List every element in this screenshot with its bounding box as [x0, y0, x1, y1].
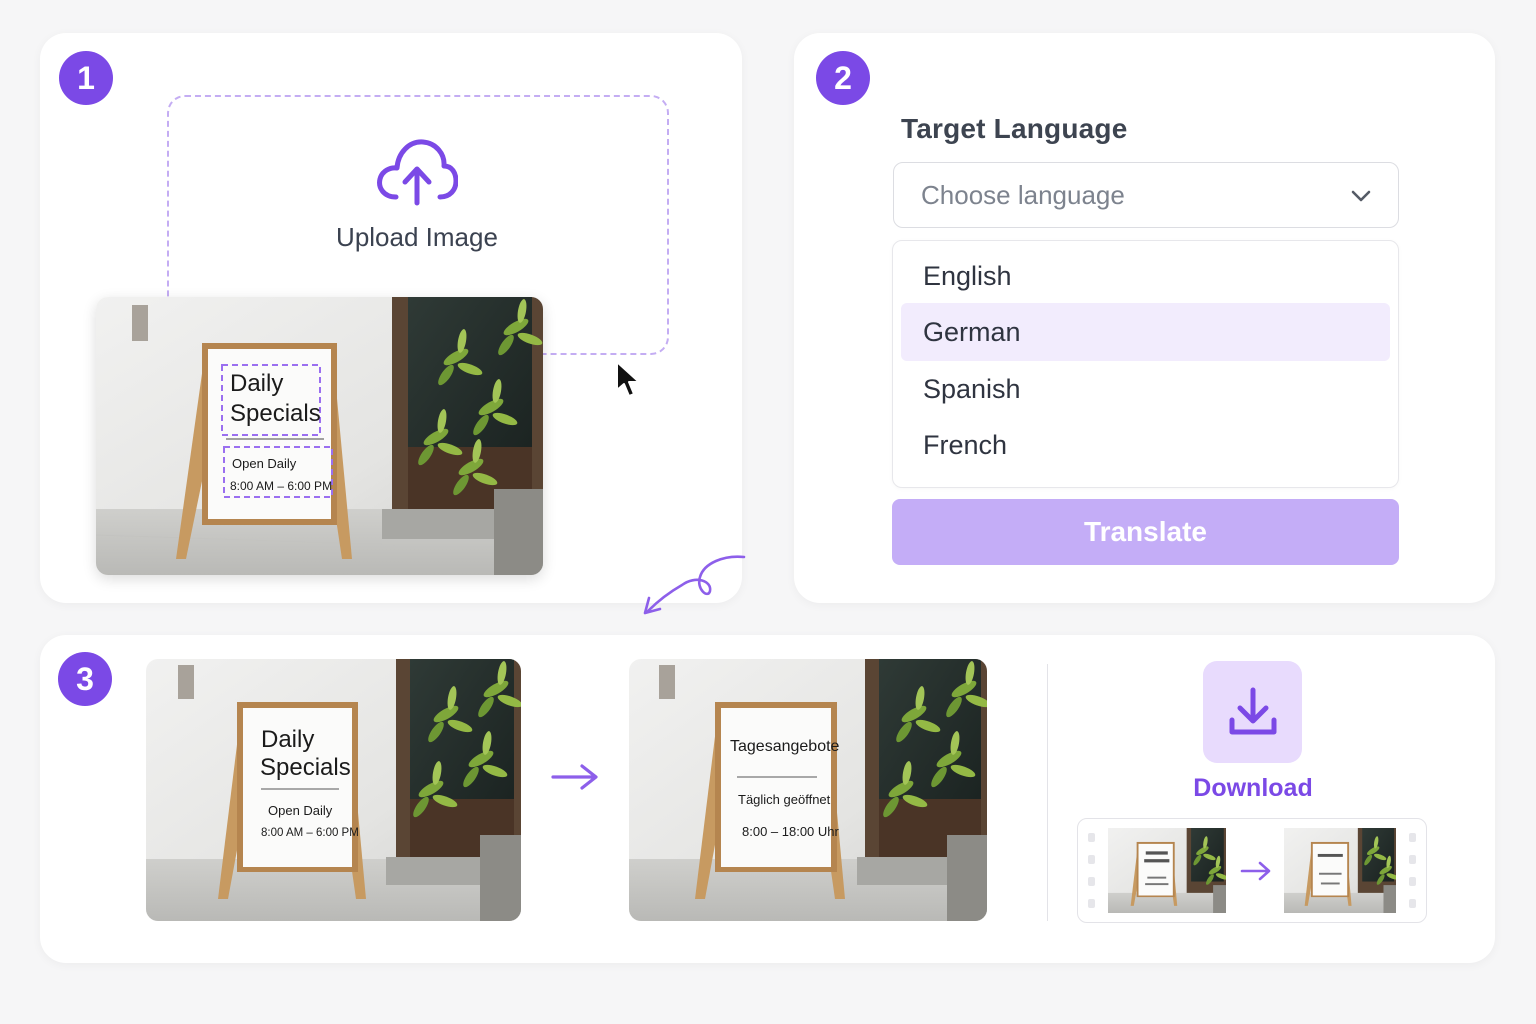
original-sign-title-2: Specials: [260, 754, 351, 781]
language-option-spanish[interactable]: Spanish: [901, 360, 1390, 418]
language-option-english[interactable]: English: [901, 247, 1390, 305]
translated-sign-sub-1: Täglich geöffnet: [738, 792, 831, 807]
preview-sign-sub-1: Open Daily: [232, 456, 297, 471]
original-image: Daily Specials Open Daily 8:00 AM – 6:00…: [146, 659, 521, 921]
download-label[interactable]: Download: [1150, 774, 1356, 803]
original-sign-sub-1: Open Daily: [268, 803, 333, 818]
uploaded-image-preview[interactable]: Daily Specials Open Daily 8:00 AM – 6:00…: [96, 297, 543, 575]
original-sign-title-1: Daily: [261, 726, 314, 753]
translated-sign-title: Tagesangebote: [730, 738, 840, 755]
original-sign-sub-2: 8:00 AM – 6:00 PM: [261, 827, 359, 839]
result-divider: [1047, 664, 1048, 921]
chevron-down-icon: [1351, 190, 1371, 202]
download-button[interactable]: [1203, 661, 1302, 763]
thumbnail-translated: [1284, 828, 1396, 913]
cloud-upload-icon: [377, 139, 458, 206]
translate-button[interactable]: Translate: [892, 499, 1399, 565]
target-language-label: Target Language: [901, 113, 1128, 144]
curved-arrow-icon: [643, 555, 746, 615]
step-3-badge: 3: [58, 652, 112, 706]
preview-sign-title-1: Daily: [230, 370, 283, 397]
preview-sign-sub-2: 8:00 AM – 6:00 PM: [230, 479, 332, 493]
upload-image-label: Upload Image: [336, 222, 498, 252]
language-option-german[interactable]: German: [901, 303, 1390, 361]
download-preview-strip: [1077, 818, 1427, 923]
download-icon: [1229, 687, 1276, 735]
step-1-badge: 1: [59, 51, 113, 105]
language-dropdown-menu: English German Spanish French: [892, 240, 1399, 488]
step-2-badge: 2: [816, 51, 870, 105]
cursor-icon: [616, 361, 640, 397]
translated-image: Tagesangebote Täglich geöffnet 8:00 – 18…: [629, 659, 987, 921]
preview-sign-title-2: Specials: [230, 400, 321, 427]
language-option-french[interactable]: French: [901, 416, 1390, 474]
thumbnail-arrow-icon: [1240, 861, 1271, 881]
thumbnail-original: [1108, 828, 1226, 913]
language-select-placeholder: Choose language: [921, 179, 1125, 210]
translated-sign-sub-2: 8:00 – 18:00 Uhr: [742, 824, 840, 839]
arrow-right-icon: [551, 764, 598, 790]
language-select[interactable]: Choose language: [893, 162, 1399, 228]
